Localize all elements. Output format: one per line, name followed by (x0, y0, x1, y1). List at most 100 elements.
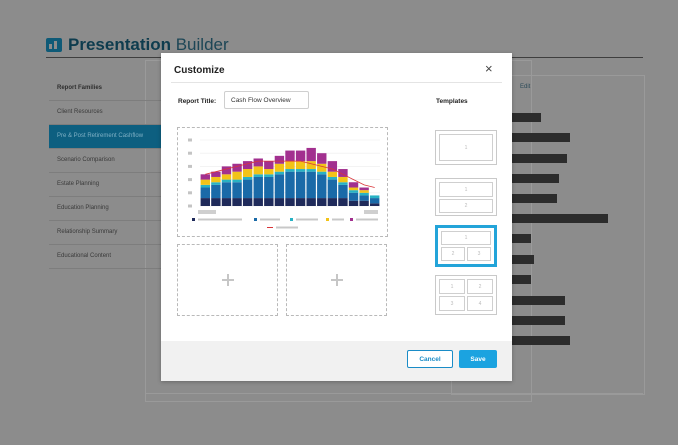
template-one-slot[interactable]: 1 (435, 130, 497, 165)
chart-bar-segment (338, 198, 348, 206)
close-icon[interactable]: × (485, 61, 493, 76)
chart-legend-label (260, 218, 280, 221)
report-title-input[interactable] (224, 91, 309, 109)
chart-bar-segment (200, 179, 210, 185)
template-cell: 2 (441, 247, 465, 261)
sidebar-item-relationship-summary[interactable]: Relationship Summary (49, 221, 161, 245)
chart-bar-segment (359, 192, 369, 196)
chart-bar-segment (274, 155, 285, 164)
chart-bar-segment (211, 184, 221, 199)
chart-bar-segment (232, 198, 242, 206)
add-content-icon[interactable] (330, 274, 343, 286)
sidebar-item-estate-planning[interactable]: Estate Planning (49, 173, 161, 197)
placeholder-bar (512, 214, 608, 223)
sidebar-item-education-planning[interactable]: Education Planning (49, 197, 161, 221)
template-two-stacked[interactable]: 1 2 (435, 178, 497, 216)
chart-bar-segment (370, 198, 380, 204)
chart-bar-segment (200, 174, 210, 180)
placeholder-bar (512, 113, 541, 122)
placeholder-bar (512, 336, 570, 345)
sidebar-item-pre-post-retirement-cashflow[interactable]: Pre & Post Retirement Cashflow (49, 125, 161, 149)
placeholder-bar (512, 234, 531, 243)
chart-legend-label (276, 226, 298, 229)
chart-legend-label (332, 218, 344, 221)
chart-bar-segment (253, 174, 263, 177)
chart-bar-segment (306, 169, 316, 172)
chart-bar-segment (317, 198, 327, 206)
chart-bar-segment (327, 179, 338, 199)
chart-preview (188, 138, 380, 229)
chart-legend-label (356, 218, 378, 221)
template-cell: 3 (467, 247, 491, 261)
footer-divider (145, 393, 643, 394)
chart-bar-segment (285, 150, 295, 162)
template-one-top-two-bottom[interactable]: 1 2 3 (435, 225, 497, 267)
placeholder-bar (512, 255, 534, 264)
report-title-label: Report Title: (178, 98, 217, 105)
chart-bar-segment (327, 198, 338, 206)
placeholder-bar (512, 316, 565, 325)
chart-bar-segment (338, 184, 348, 199)
chart-y-tick (188, 138, 192, 142)
placeholder-bar (512, 296, 565, 305)
chart-bar-segment (306, 198, 316, 206)
add-content-icon[interactable] (221, 274, 234, 286)
templates-label: Templates (436, 98, 468, 105)
chart-bar-segment (306, 171, 316, 199)
app-title: Presentation Builder (68, 35, 229, 54)
save-button[interactable]: Save (459, 350, 497, 368)
template-four-grid[interactable]: 1 2 3 4 (435, 275, 497, 315)
chart-bar-segment (242, 176, 253, 180)
placeholder-bar (512, 133, 570, 142)
template-cell: 1 (439, 279, 465, 294)
chart-bar-segment (348, 182, 359, 188)
chart-bar-segment (285, 169, 295, 172)
chart-bar-segment (348, 200, 359, 206)
layout-slot-3[interactable] (286, 244, 387, 316)
chart-bar-segment (295, 150, 306, 162)
chart-bar-segment (306, 147, 316, 162)
dialog-header-divider (171, 82, 502, 83)
chart-bar-segment (348, 192, 359, 201)
placeholder-bar (512, 275, 531, 284)
layout-slot-1[interactable] (177, 127, 388, 237)
presentation-logo-icon (46, 38, 62, 52)
chart-bar-segment (221, 179, 232, 183)
chart-bar-segment (306, 161, 316, 170)
cancel-button[interactable]: Cancel (407, 350, 453, 368)
report-families-sidebar: Report Families Client Resources Pre & P… (49, 76, 162, 269)
chart-y-tick (188, 178, 192, 182)
layout-slot-2[interactable] (177, 244, 278, 316)
chart-legend-swatch (290, 218, 293, 221)
chart-bar-segment (242, 198, 253, 206)
chart-bar-segment (327, 176, 338, 180)
chart-x-tick (364, 210, 378, 214)
sidebar-item-scenario-comparison[interactable]: Scenario Comparison (49, 149, 161, 173)
chart-bar-segment (274, 198, 285, 206)
chart-bar-segment (317, 163, 327, 172)
sidebar-item-client-resources[interactable]: Client Resources (49, 101, 161, 125)
chart-bar-segment (264, 174, 274, 177)
chart-bar-segment (359, 195, 369, 201)
chart-bar-segment (274, 171, 285, 175)
chart-bar-segment (295, 169, 306, 172)
chart-bar-segment (295, 171, 306, 199)
chart-bar-segment (232, 179, 242, 183)
chart-bar-segment (338, 182, 348, 185)
sidebar-item-educational-content[interactable]: Educational Content (49, 245, 161, 269)
chart-legend-swatch (326, 218, 329, 221)
chart-bar-segment (370, 195, 380, 199)
chart-x-tick (198, 210, 216, 214)
chart-bar-segment (264, 169, 274, 175)
chart-legend-label (296, 218, 318, 221)
template-cell: 1 (441, 231, 491, 245)
customize-dialog: Customize × Report Title: Templates 1 1 … (161, 53, 512, 381)
chart-bar-segment (327, 171, 338, 177)
chart-bar-segment (221, 166, 232, 175)
edit-link[interactable]: Edit (520, 84, 530, 90)
chart-bar-segment (317, 153, 327, 164)
chart-bar-segment (295, 198, 306, 206)
chart-bar-segment (242, 169, 253, 177)
template-cell: 2 (439, 199, 493, 213)
chart-bar-segment (274, 174, 285, 199)
